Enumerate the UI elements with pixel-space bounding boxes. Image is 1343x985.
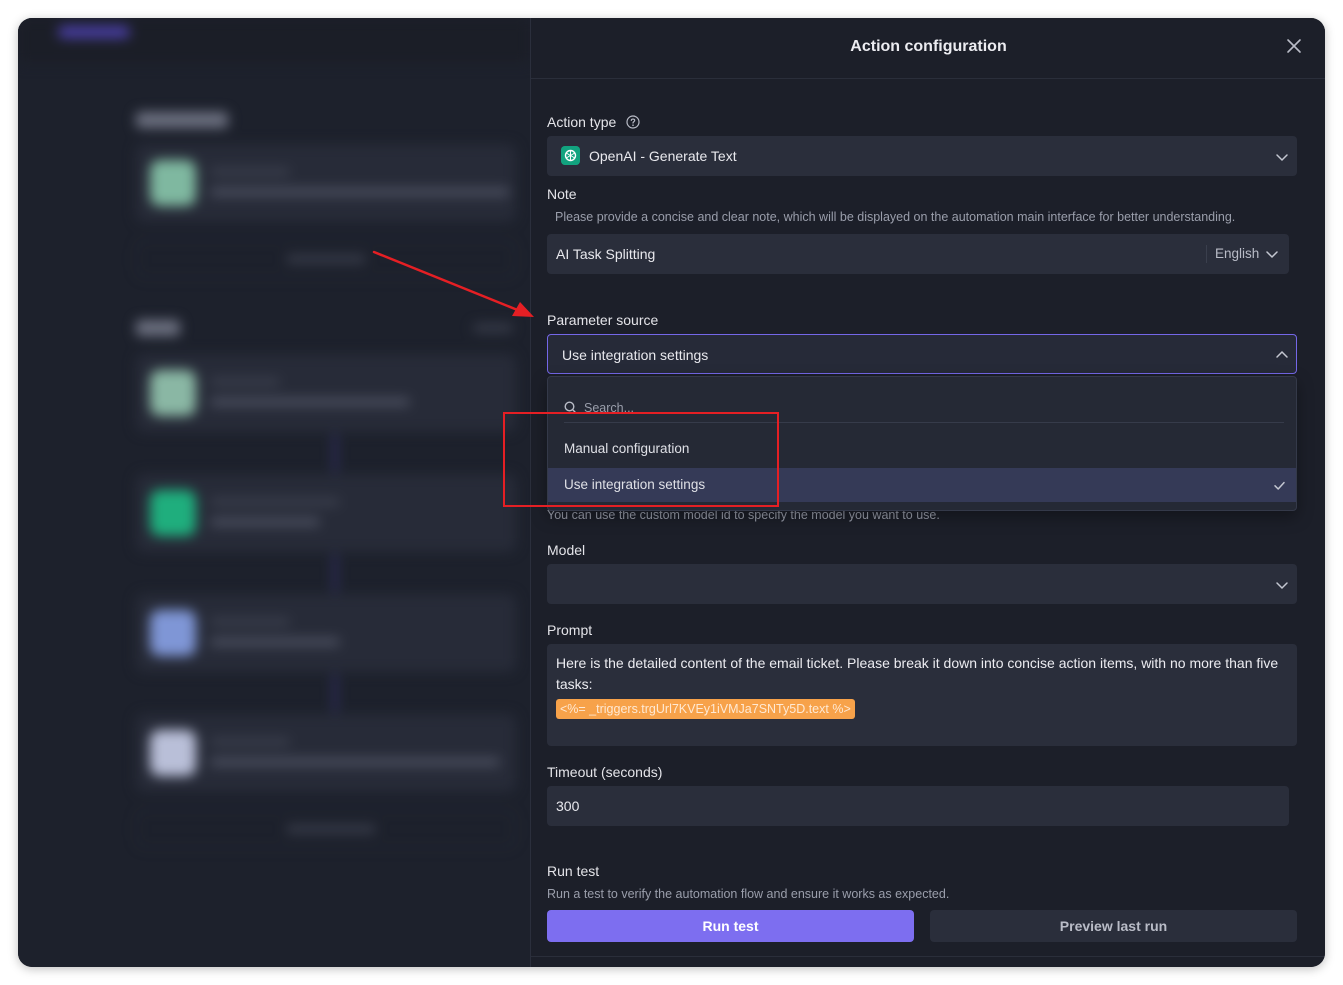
action-type-label: Action type [547,114,640,130]
prompt-editor[interactable]: Here is the detailed content of the emai… [547,644,1297,746]
prompt-label: Prompt [547,622,593,638]
note-label: Note [547,186,577,202]
blurred-action-icon [150,490,196,536]
blurred-trigger-icon [150,160,196,206]
blurred-text-line [210,758,500,766]
prompt-variable-chip[interactable]: <%= _triggers.trgUrl7KVEy1iVMJa7SNTy5D.t… [556,699,855,719]
language-select[interactable]: English [1215,246,1259,261]
blurred-text-line [473,324,513,332]
prompt-text: Here is the detailed content of the emai… [556,655,1279,692]
language-separator [1206,245,1207,263]
blurred-action-icon [150,730,196,776]
note-value: AI Task Splitting [556,246,656,262]
dropdown-search-input[interactable] [584,398,1264,418]
panel-header: Action configuration [531,18,1325,79]
blurred-canvas-content [18,18,530,967]
chevron-down-icon [1276,154,1288,162]
blurred-text-line [210,398,410,406]
parameter-source-dropdown: Manual configuration Use integration set… [547,376,1297,511]
help-icon[interactable] [626,115,640,129]
option-label: Use integration settings [564,477,706,492]
blurred-connector [334,554,336,592]
parameter-source-value: Use integration settings [562,347,709,363]
blurred-action-icon [150,610,196,656]
blurred-connector [334,674,336,712]
blurred-text-line [210,188,510,196]
blurred-text-line [286,825,376,833]
option-use-integration-settings[interactable]: Use integration settings [548,468,1296,502]
action-type-label-text: Action type [547,114,617,130]
timeout-input[interactable]: 300 [547,786,1289,826]
blurred-text-line [210,518,320,526]
preview-last-run-button[interactable]: Preview last run [930,910,1297,942]
blurred-text-line [210,168,290,176]
close-icon[interactable] [1286,38,1302,54]
action-configuration-panel: Action configuration Action type OpenAI … [530,18,1325,967]
chevron-down-icon[interactable] [1265,247,1279,261]
blurred-text-line [286,255,366,263]
run-test-button[interactable]: Run test [547,910,914,942]
action-type-value: OpenAI - Generate Text [589,148,737,164]
model-select[interactable] [547,564,1297,604]
timeout-label: Timeout (seconds) [547,764,663,780]
option-manual-configuration[interactable]: Manual configuration [548,432,1296,466]
blurred-text-line [210,638,340,646]
note-field[interactable]: AI Task Splitting English [547,234,1289,274]
blurred-text-line [210,618,290,626]
parameter-source-label: Parameter source [547,312,659,328]
blurred-topbar [18,18,530,64]
panel-footer-divider [531,956,1325,957]
panel-title: Action configuration [850,38,1007,55]
parameter-source-select[interactable]: Use integration settings [547,334,1297,374]
check-icon [1274,481,1285,490]
action-type-select[interactable]: OpenAI - Generate Text [547,136,1297,176]
openai-icon [561,146,580,165]
dropdown-search [564,395,1284,423]
chevron-up-icon[interactable] [1275,348,1289,362]
blurred-section-title [136,112,228,128]
blurred-text-line [210,738,290,746]
blurred-action-icon [150,370,196,416]
option-label: Manual configuration [564,441,690,456]
app-window: Action configuration Action type OpenAI … [18,18,1325,967]
chevron-down-icon [1276,582,1288,590]
blurred-breadcrumb [58,26,130,38]
blurred-text-line [210,498,340,506]
search-icon [564,401,577,414]
run-test-hint: Run a test to verify the automation flow… [547,887,950,901]
blurred-text-line [210,378,280,386]
blurred-section-title [136,320,180,336]
note-hint: Please provide a concise and clear note,… [555,210,1236,224]
run-test-label: Run test [547,863,600,879]
timeout-value: 300 [556,798,580,814]
blurred-connector [334,434,336,472]
automation-canvas-blurred [18,18,530,967]
model-label: Model [547,542,586,558]
